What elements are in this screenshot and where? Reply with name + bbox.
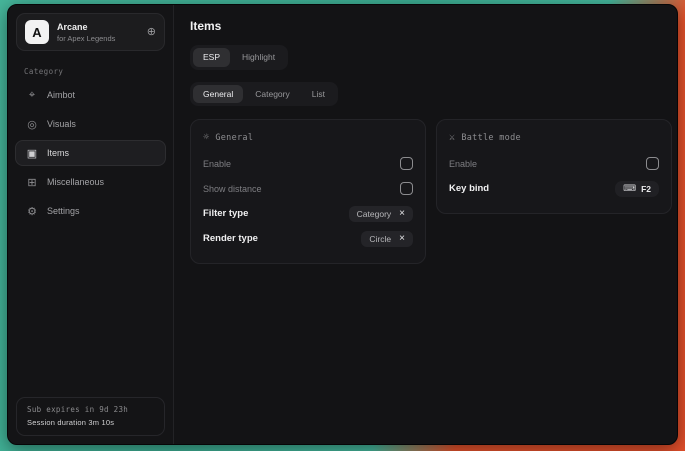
view-tab-group: General Category List: [190, 82, 338, 107]
key-bind-button[interactable]: ⌨ F2: [615, 181, 659, 197]
sidebar-item-label: Aimbot: [47, 90, 75, 100]
sidebar-item-label: Visuals: [47, 119, 76, 129]
sidebar-item-aimbot[interactable]: ⌖ Aimbot: [15, 82, 166, 108]
render-type-value: Circle: [369, 234, 391, 244]
box-icon: ▣: [26, 147, 38, 160]
session-duration-text: Session duration 3m 10s: [27, 418, 154, 427]
filter-type-label: Filter type: [203, 208, 248, 219]
battle-enable-row: Enable: [449, 151, 659, 176]
sidebar-item-miscellaneous[interactable]: ⊞ Miscellaneous: [15, 169, 166, 195]
show-distance-row: Show distance: [203, 176, 413, 201]
tab-general[interactable]: General: [193, 85, 243, 104]
close-icon[interactable]: ×: [399, 209, 405, 219]
sidebar-nav: ⌖ Aimbot ◎ Visuals ▣ Items ⊞ Miscellaneo…: [14, 82, 167, 224]
battle-mode-panel-header: ⚔ Battle mode: [449, 132, 659, 143]
battle-mode-panel: ⚔ Battle mode Enable Key bind ⌨ F2: [436, 119, 672, 214]
subscription-info: Sub expires in 9d 23h Session duration 3…: [16, 397, 165, 436]
tab-category[interactable]: Category: [245, 85, 300, 104]
sidebar: A Arcane for Apex Legends ⊕ Category ⌖ A…: [8, 5, 174, 444]
app-window: A Arcane for Apex Legends ⊕ Category ⌖ A…: [7, 4, 678, 445]
app-name: Arcane: [57, 22, 115, 32]
target-icon[interactable]: ⊕: [147, 27, 156, 38]
render-type-row: Render type Circle ×: [203, 226, 413, 251]
sidebar-section-label: Category: [24, 67, 157, 76]
enable-row: Enable: [203, 151, 413, 176]
general-panel: ☼ General Enable Show distance Filter ty…: [190, 119, 426, 264]
panel-title: General: [215, 133, 253, 143]
app-logo: A: [25, 20, 49, 44]
render-type-select[interactable]: Circle ×: [361, 231, 413, 247]
swords-icon: ⚔: [449, 132, 455, 143]
tab-list[interactable]: List: [302, 85, 335, 104]
render-type-label: Render type: [203, 233, 258, 244]
brand-card: A Arcane for Apex Legends ⊕: [16, 13, 165, 51]
sidebar-item-label: Items: [47, 148, 69, 158]
gear-icon: ⚙: [26, 205, 38, 218]
panels-row: ☼ General Enable Show distance Filter ty…: [190, 119, 672, 264]
panel-title: Battle mode: [461, 133, 521, 143]
sidebar-item-visuals[interactable]: ◎ Visuals: [15, 111, 166, 137]
eye-icon: ◎: [26, 118, 38, 131]
main-area: Items ESP Highlight General Category Lis…: [174, 5, 678, 444]
show-distance-label: Show distance: [203, 184, 262, 194]
general-panel-header: ☼ General: [203, 132, 413, 143]
sidebar-item-settings[interactable]: ⚙ Settings: [15, 198, 166, 224]
sub-expiry-text: Sub expires in 9d 23h: [27, 405, 154, 414]
sun-icon: ☼: [203, 132, 209, 143]
key-bind-row: Key bind ⌨ F2: [449, 176, 659, 201]
enable-label: Enable: [203, 159, 231, 169]
app-subtitle: for Apex Legends: [57, 34, 115, 43]
show-distance-checkbox[interactable]: [400, 182, 413, 195]
key-bind-value: F2: [641, 184, 651, 194]
tab-esp[interactable]: ESP: [193, 48, 230, 67]
keyboard-icon: ⌨: [623, 184, 636, 193]
sidebar-item-label: Miscellaneous: [47, 177, 104, 187]
filter-type-row: Filter type Category ×: [203, 201, 413, 226]
brand-text: Arcane for Apex Legends: [57, 22, 115, 43]
sidebar-item-items[interactable]: ▣ Items: [15, 140, 166, 166]
crosshair-icon: ⌖: [26, 89, 38, 102]
close-icon[interactable]: ×: [399, 234, 405, 244]
sidebar-item-label: Settings: [47, 206, 80, 216]
page-title: Items: [190, 19, 672, 33]
key-bind-label: Key bind: [449, 183, 489, 194]
filter-type-value: Category: [357, 209, 392, 219]
tab-highlight[interactable]: Highlight: [232, 48, 285, 67]
battle-enable-checkbox[interactable]: [646, 157, 659, 170]
battle-enable-label: Enable: [449, 159, 477, 169]
grid-icon: ⊞: [26, 176, 38, 189]
filter-type-select[interactable]: Category ×: [349, 206, 413, 222]
enable-checkbox[interactable]: [400, 157, 413, 170]
mode-tab-group: ESP Highlight: [190, 45, 288, 70]
